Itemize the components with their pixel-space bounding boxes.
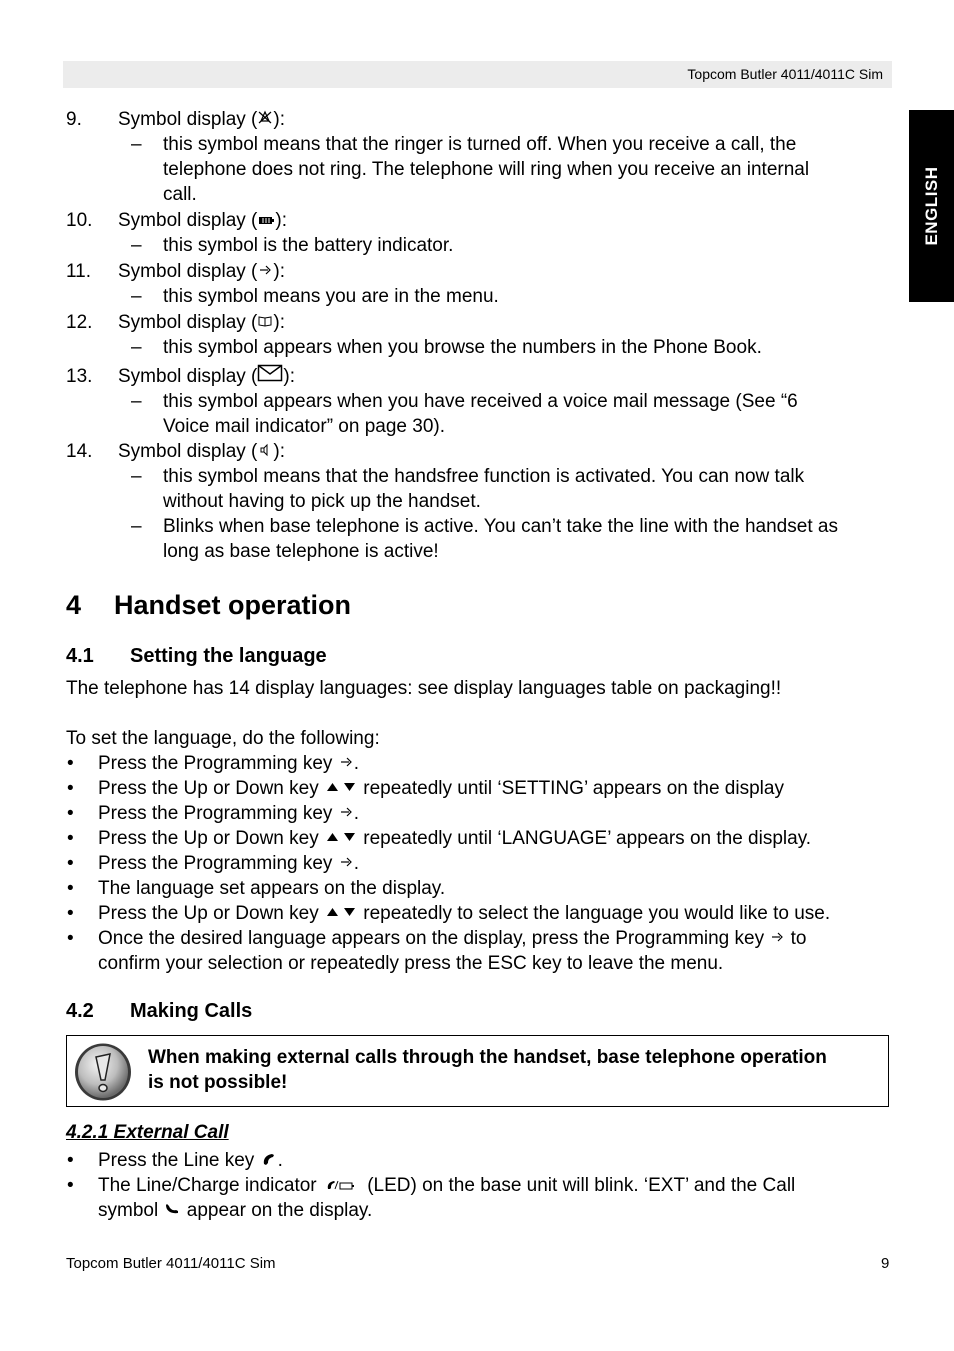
ringer-off-icon bbox=[257, 107, 273, 132]
bullet-marker: • bbox=[67, 928, 74, 949]
envelope-icon bbox=[257, 364, 283, 389]
list-item: Press the Line key . bbox=[98, 1148, 283, 1173]
item-number: 14. bbox=[66, 441, 93, 462]
up-down-keys-icon bbox=[324, 901, 358, 926]
item-description: telephone does not ring. The telephone w… bbox=[163, 159, 810, 180]
item-description: this symbol means you are in the menu. bbox=[163, 286, 499, 307]
speaker-icon bbox=[257, 439, 273, 464]
language-tab: ENGLISH bbox=[909, 110, 954, 302]
list-item: Press the Programming key . bbox=[98, 801, 359, 826]
intro-paragraph: The telephone has 14 display languages: … bbox=[66, 678, 782, 699]
list-item-continuation: confirm your selection or repeatedly pre… bbox=[98, 953, 724, 974]
programming-key-icon bbox=[338, 751, 354, 776]
bullet-marker: • bbox=[67, 778, 74, 799]
programming-key-icon bbox=[769, 926, 785, 951]
subsubsection-heading: 4.2.1 External Call bbox=[66, 1122, 229, 1143]
list-item: Once the desired language appears on the… bbox=[98, 926, 807, 951]
dash-marker: – bbox=[131, 235, 142, 256]
footer-title: Topcom Butler 4011/4011C Sim bbox=[66, 1255, 276, 1272]
list-item: Press the Programming key . bbox=[98, 851, 359, 876]
call-symbol-icon bbox=[163, 1198, 181, 1223]
item-label: Symbol display (): bbox=[118, 364, 295, 389]
item-number: 10. bbox=[66, 210, 93, 231]
item-label: Symbol display (): bbox=[118, 439, 285, 464]
dash-marker: – bbox=[131, 134, 142, 155]
dash-marker: – bbox=[131, 516, 142, 537]
dash-marker: – bbox=[131, 466, 142, 487]
bullet-marker: • bbox=[67, 753, 74, 774]
item-label: Symbol display (): bbox=[118, 107, 285, 132]
language-tab-label: ENGLISH bbox=[921, 166, 941, 246]
item-description: Blinks when base telephone is active. Yo… bbox=[163, 516, 838, 537]
list-item: Press the Programming key . bbox=[98, 751, 359, 776]
bullet-marker: • bbox=[67, 878, 74, 899]
header-title: Topcom Butler 4011/4011C Sim bbox=[687, 66, 883, 82]
phonebook-icon bbox=[257, 310, 273, 335]
lead-paragraph: To set the language, do the following: bbox=[66, 728, 380, 749]
item-number: 13. bbox=[66, 366, 93, 387]
line-key-icon bbox=[260, 1148, 278, 1173]
page-number: 9 bbox=[881, 1255, 890, 1272]
item-label: Symbol display (): bbox=[118, 310, 285, 335]
dash-marker: – bbox=[131, 391, 142, 412]
bullet-marker: • bbox=[67, 828, 74, 849]
dash-marker: – bbox=[131, 286, 142, 307]
bullet-marker: • bbox=[67, 803, 74, 824]
item-number: 11. bbox=[66, 261, 92, 282]
item-description: this symbol means that the ringer is tur… bbox=[163, 134, 797, 155]
bullet-marker: • bbox=[67, 1150, 74, 1171]
list-item: The Line/Charge indicator (LED) on the b… bbox=[98, 1173, 795, 1198]
item-description: this symbol appears when you browse the … bbox=[163, 337, 762, 358]
section-title: Handset operation bbox=[114, 590, 352, 620]
list-item: Press the Up or Down key repeatedly to s… bbox=[98, 901, 830, 926]
subsection-title: Setting the language bbox=[130, 645, 327, 667]
list-item: Press the Up or Down key repeatedly unti… bbox=[98, 776, 784, 801]
dash-marker: – bbox=[131, 337, 142, 358]
up-down-keys-icon bbox=[324, 826, 358, 851]
item-number: 9. bbox=[66, 109, 82, 130]
subsection-title: Making Calls bbox=[130, 1000, 253, 1022]
item-label: Symbol display (): bbox=[118, 259, 285, 284]
bullet-marker: • bbox=[67, 853, 74, 874]
item-description: long as base telephone is active! bbox=[163, 541, 439, 562]
bullet-marker: • bbox=[67, 903, 74, 924]
battery-icon bbox=[257, 208, 275, 233]
item-description: without having to pick up the handset. bbox=[163, 491, 481, 512]
menu-icon bbox=[257, 259, 273, 284]
running-header: Topcom Butler 4011/4011C Sim bbox=[63, 61, 892, 88]
line-charge-indicator-icon bbox=[326, 1173, 356, 1198]
item-number: 12. bbox=[66, 312, 93, 333]
list-item: The language set appears on the display. bbox=[98, 878, 446, 899]
bullet-marker: • bbox=[67, 1175, 74, 1196]
item-description: this symbol is the battery indicator. bbox=[163, 235, 454, 256]
warning-box: When making external calls through the h… bbox=[66, 1035, 889, 1107]
programming-key-icon bbox=[338, 851, 354, 876]
up-down-keys-icon bbox=[324, 776, 358, 801]
item-description: call. bbox=[163, 184, 197, 205]
item-description: this symbol appears when you have receiv… bbox=[163, 391, 798, 412]
subsection-number: 4.1 bbox=[66, 645, 94, 667]
programming-key-icon bbox=[338, 801, 354, 826]
subsection-number: 4.2 bbox=[66, 1000, 94, 1022]
item-description: Voice mail indicator” on page 30). bbox=[163, 416, 445, 437]
warning-text: When making external calls through the h… bbox=[148, 1047, 827, 1093]
item-label: Symbol display (): bbox=[118, 208, 287, 233]
exclamation-warning-icon bbox=[73, 1042, 133, 1107]
list-item: Press the Up or Down key repeatedly unti… bbox=[98, 826, 811, 851]
section-number: 4 bbox=[66, 590, 82, 620]
item-description: this symbol means that the handsfree fun… bbox=[163, 466, 805, 487]
list-item-continuation: symbol appear on the display. bbox=[98, 1198, 372, 1223]
